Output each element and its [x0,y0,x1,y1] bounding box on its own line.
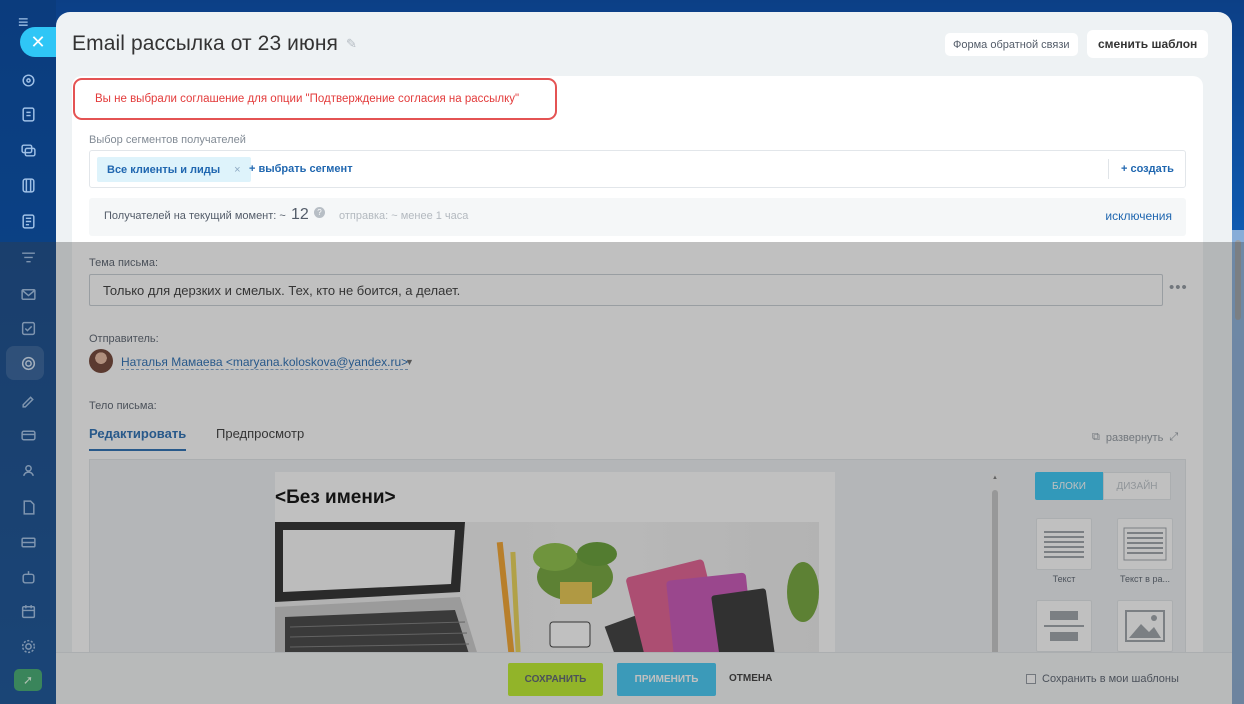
segment-tag[interactable]: Все клиенты и лиды × [97,157,251,182]
contacts-icon[interactable] [18,460,38,480]
help-icon[interactable]: ? [314,207,325,218]
expand-icon: ⤢ [1169,431,1179,443]
segment-tag-label: Все клиенты и лиды [107,163,221,176]
mail-icon[interactable] [18,284,38,304]
crm-icon[interactable] [18,70,38,90]
image-block-icon [1125,610,1165,642]
add-segment-link[interactable]: + выбрать сегмент [249,163,353,175]
body-label: Тело письма: [89,400,157,412]
send-time: отправка: ~ менее 1 часа [339,210,469,222]
recipients-count: 12 [291,206,309,223]
designer-tabs: БЛОКИ ДИЗАЙН [1035,472,1171,500]
exclusions-link[interactable]: исключения [1105,209,1172,223]
form-card: Вы не выбрали соглашение для опции "Подт… [72,76,1203,704]
text-block-icon [1044,531,1084,558]
settings-icon[interactable] [18,636,38,656]
docs-icon[interactable] [18,211,38,231]
mailing-panel: Email рассылка от 23 июня ✎ Форма обратн… [56,12,1232,704]
chevron-down-icon[interactable]: ▼ [405,357,414,367]
tab-preview[interactable]: Предпросмотр [216,426,304,441]
avatar [89,349,113,373]
save-template-label: Сохранить в мои шаблоны [1042,673,1179,685]
error-message: Вы не выбрали соглашение для опции "Подт… [73,78,557,120]
tasks-icon[interactable] [18,104,38,124]
recipients-label: Получателей на текущий момент: ~ [104,210,286,222]
drive-icon[interactable] [18,175,38,195]
checklist-icon[interactable] [18,318,38,338]
save-template-checkbox[interactable]: Сохранить в мои шаблоны [1026,673,1179,685]
tab-blocks[interactable]: БЛОКИ [1035,472,1103,500]
expand-button[interactable]: ⧉ развернуть ⤢ [1092,431,1178,444]
email-image[interactable] [275,522,819,662]
segments-selector[interactable]: Все клиенты и лиды × + выбрать сегмент +… [89,150,1186,188]
left-sidebar: ≡ ➚ [0,0,56,704]
cancel-button[interactable]: ОТМЕНА [729,673,772,684]
scroll-up-icon[interactable]: ▲ [992,475,998,481]
recipients-row: Получателей на текущий момент: ~ 12 ? от… [89,198,1186,236]
page-scroll-thumb[interactable] [1235,240,1241,320]
close-icon: ✕ [30,31,46,52]
expand-label: развернуть [1105,431,1164,444]
framed-text-block-icon [1123,527,1167,561]
pencil-icon[interactable]: ✎ [346,36,357,52]
remove-tag-icon[interactable]: × [234,164,240,176]
subject-input[interactable]: Только для дерзких и смелых. Тех, кто не… [89,274,1163,306]
change-template-button[interactable]: сменить шаблон [1087,30,1209,58]
sender-select[interactable]: Наталья Мамаева <maryana.koloskova@yande… [121,355,409,370]
block-text-label: Текст [1052,574,1076,584]
segments-label: Выбор сегментов получателей [89,134,246,146]
funnel-icon[interactable] [18,248,38,268]
chat-icon[interactable] [18,140,38,160]
robot-icon[interactable] [18,567,38,587]
divider-block-icon [1044,611,1084,641]
block-text-frame-label: Текст в ра... [1120,574,1170,584]
block-text-frame[interactable] [1117,518,1173,570]
block-image[interactable] [1117,600,1173,652]
tab-design[interactable]: ДИЗАЙН [1103,472,1171,500]
payment-icon[interactable] [18,532,38,552]
block-text[interactable] [1036,518,1092,570]
checkbox-box[interactable] [1026,674,1036,684]
sender-label: Отправитель: [89,333,159,345]
calendar-icon[interactable] [18,601,38,621]
page-scrollbar[interactable] [1232,230,1244,704]
create-segment-link[interactable]: + создать [1121,163,1174,175]
block-divider[interactable] [1036,600,1092,652]
card-icon[interactable] [18,425,38,445]
feedback-form-button[interactable]: Форма обратной связи [945,33,1078,56]
more-icon[interactable]: ••• [1169,279,1188,296]
email-title[interactable]: <Без имени> [275,487,396,509]
apply-button[interactable]: ПРИМЕНИТЬ [617,663,716,696]
close-panel-button[interactable]: ✕ [20,27,56,57]
file-icon[interactable] [18,497,38,517]
page-title: Email рассылка от 23 июня [72,32,339,55]
marketing-icon[interactable] [18,353,38,373]
tab-edit[interactable]: Редактировать [89,426,187,451]
copy-icon: ⧉ [1092,431,1100,443]
divider [1108,159,1109,179]
footer-bar: СОХРАНИТЬ ПРИМЕНИТЬ ОТМЕНА Сохранить в м… [56,652,1232,704]
rocket-icon[interactable]: ➚ [14,669,42,691]
subject-label: Тема письма: [89,257,159,269]
sign-icon[interactable] [18,390,38,410]
save-button[interactable]: СОХРАНИТЬ [508,663,603,696]
